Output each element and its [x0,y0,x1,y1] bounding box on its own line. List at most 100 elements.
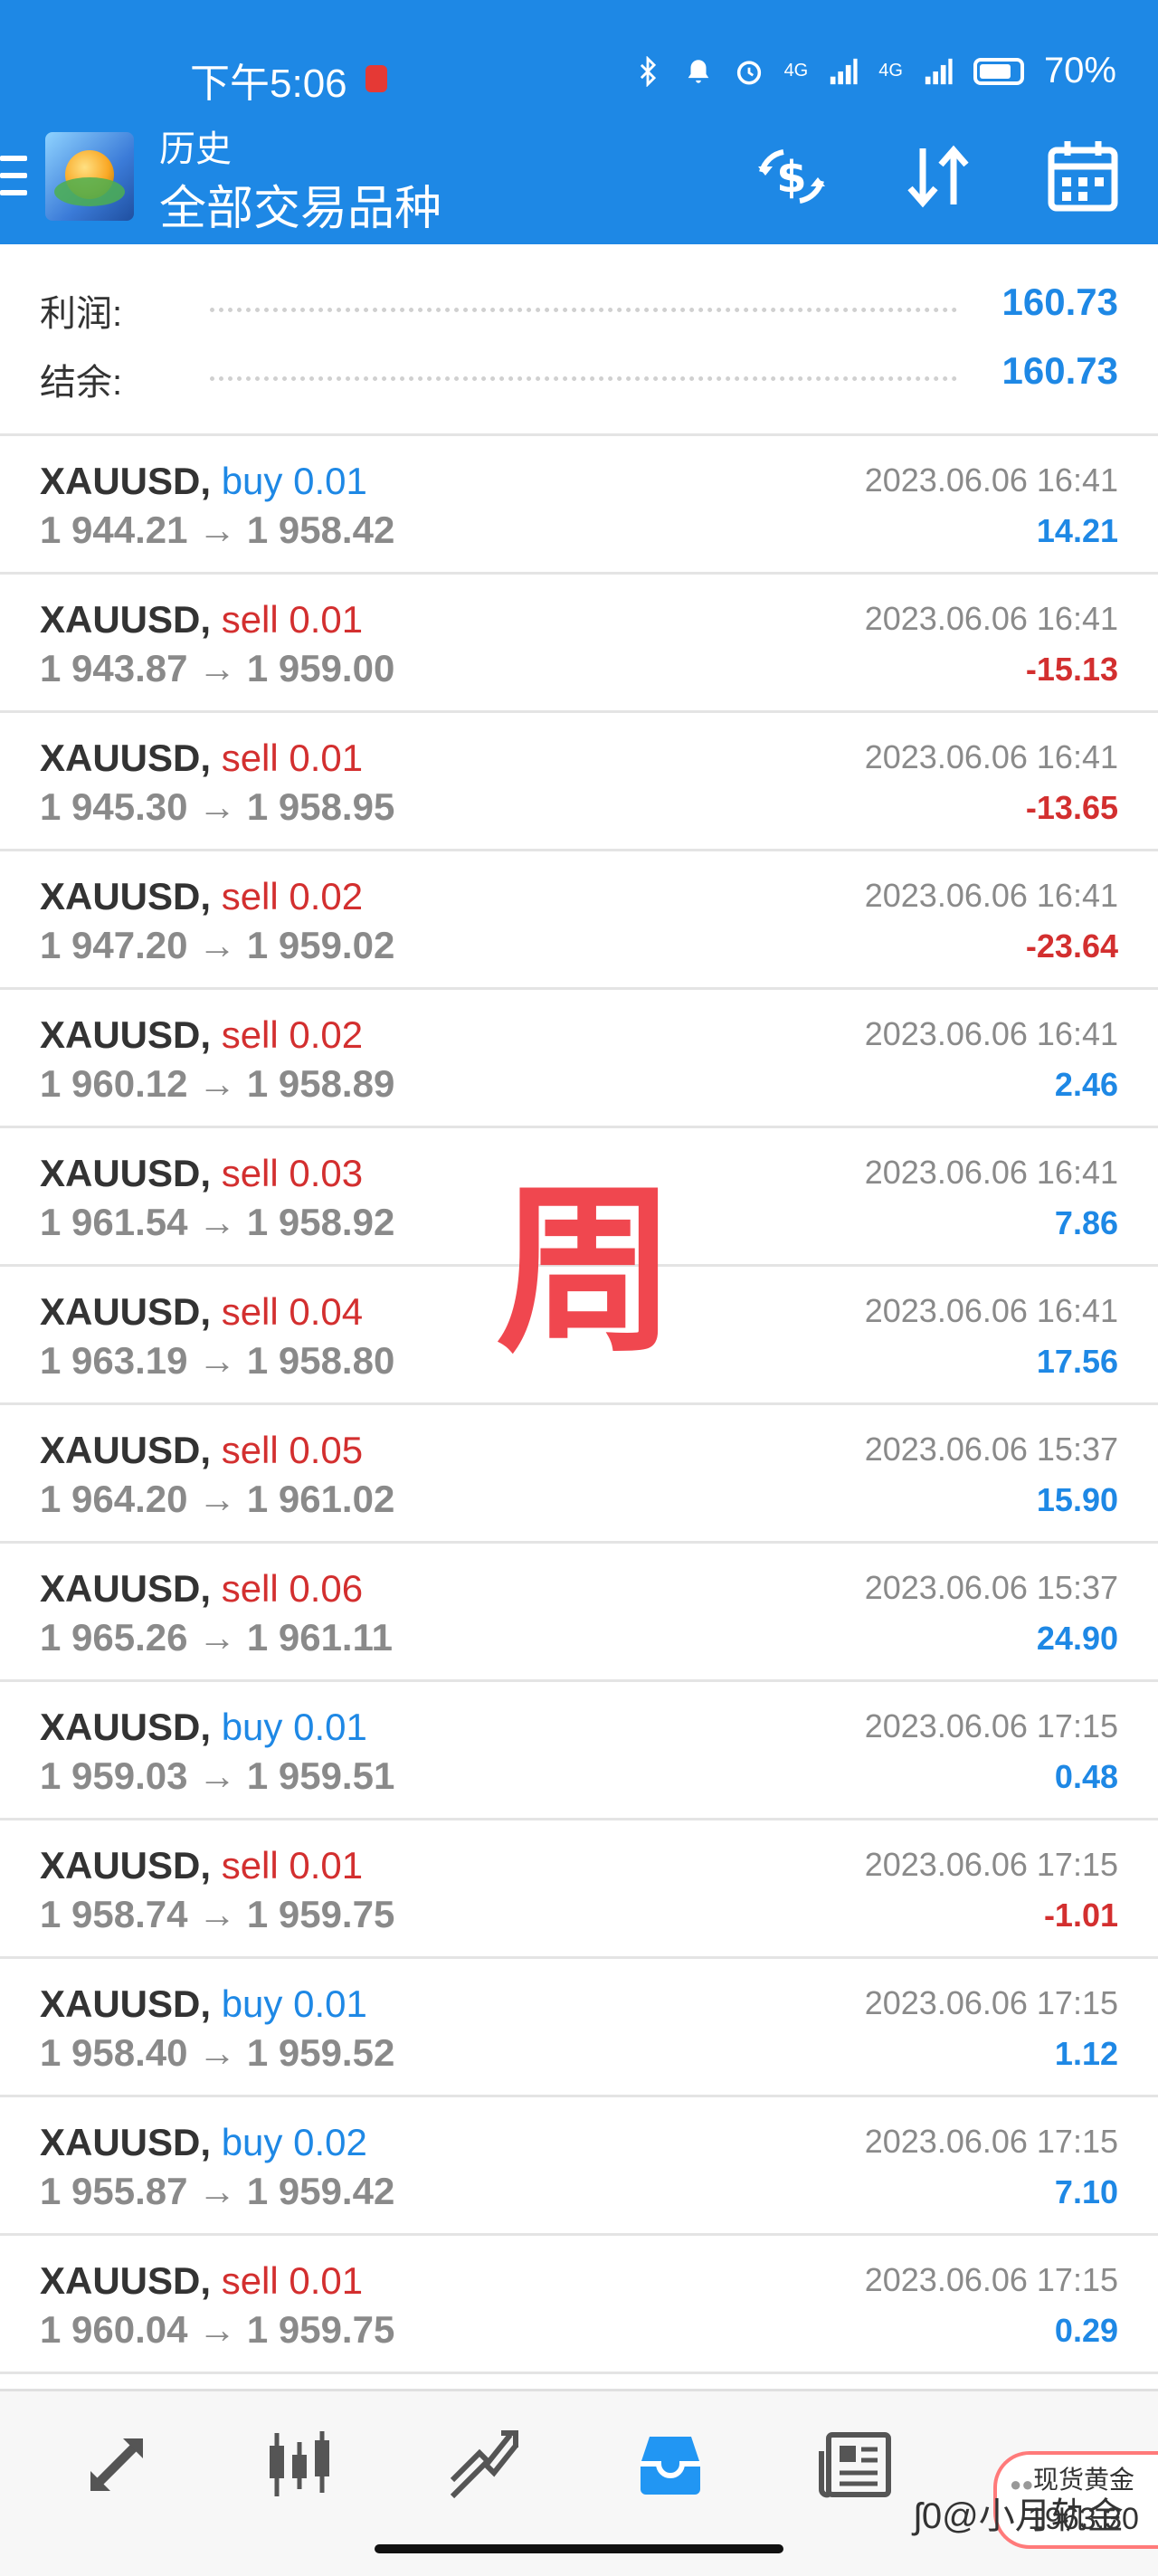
trade-symbol: XAUUSD, [40,1152,212,1194]
trade-title: XAUUSD, sell 0.01 [40,2259,363,2303]
trade-time: 2023.06.06 16:41 [864,1292,1118,1329]
network-4g-label-2: 4G [878,61,903,81]
trade-time: 2023.06.06 16:41 [864,877,1118,914]
trade-profit: 2.46 [1054,1066,1118,1103]
trade-title: XAUUSD, buy 0.02 [40,2121,367,2164]
profit-value: 160.73 [1001,280,1118,323]
trade-title: XAUUSD, buy 0.01 [40,460,367,503]
trade-time: 2023.06.06 16:41 [864,600,1118,637]
trade-profit: 24.90 [1036,1620,1118,1657]
trade-row[interactable]: XAUUSD, buy 0.02 1 955.87 → 1 959.42 2023.… [0,2097,1158,2236]
quotes-icon[interactable] [76,2424,157,2505]
trade-volume: 0.06 [289,1567,364,1610]
trade-volume: 0.02 [289,875,364,917]
trade-type: sell [221,1013,279,1056]
app-logo [45,132,134,221]
trade-prices: 1 963.19 → 1 958.80 [40,1339,395,1382]
trade-type: sell [221,1290,279,1333]
trade-row[interactable]: XAUUSD, sell 0.01 1 943.87 → 1 959.00 2023… [0,575,1158,713]
trade-profit: 1.12 [1054,2035,1118,2072]
trade-type: sell [221,737,279,779]
trade-row[interactable]: XAUUSD, sell 0.01 1 960.04 → 1 959.75 2023… [0,2236,1158,2374]
trade-row[interactable]: XAUUSD, buy 0.01 1 944.21 → 1 958.42 2023.… [0,436,1158,575]
trade-row[interactable]: XAUUSD, sell 0.02 1 947.20 → 1 959.02 2023… [0,851,1158,990]
trade-prices: 1 960.04 → 1 959.75 [40,2308,395,2351]
dotted-leader [210,376,957,381]
trade-profit: -23.64 [1025,927,1118,965]
currency-exchange-icon[interactable]: $ [751,136,832,217]
trade-history-list: XAUUSD, buy 0.01 1 944.21 → 1 958.42 2023.… [0,436,1158,2374]
trade-profit: 17.56 [1036,1343,1118,1380]
trade-volume: 0.01 [293,460,367,502]
trade-volume: 0.01 [289,2259,364,2302]
trade-time: 2023.06.06 15:37 [864,1431,1118,1468]
trade-row[interactable]: XAUUSD, sell 0.01 1 945.30 → 1 958.95 2023… [0,713,1158,851]
profit-row: 利润: 160.73 [0,268,1158,337]
trade-row[interactable]: XAUUSD, sell 0.02 1 960.12 → 1 958.89 2023… [0,990,1158,1128]
news-icon[interactable] [816,2424,897,2505]
signal-icon-1 [831,58,858,84]
trade-type: sell [221,598,279,641]
trade-profit: 15.90 [1036,1481,1118,1518]
trade-symbol: XAUUSD, [40,1982,212,2025]
bell-icon [688,59,708,83]
trade-time: 2023.06.06 16:41 [864,461,1118,499]
trade-symbol: XAUUSD, [40,2259,212,2302]
trade-symbol: XAUUSD, [40,1706,212,1748]
dotted-leader [210,308,957,312]
notification-app-icon [365,65,387,92]
trade-symbol: XAUUSD, [40,460,212,502]
status-indicators: 4G 4G 70% [632,51,1116,91]
trade-row[interactable]: XAUUSD, sell 0.05 1 964.20 → 1 961.02 2023… [0,1405,1158,1544]
trade-title: XAUUSD, sell 0.01 [40,598,363,642]
trade-type: buy [221,460,283,502]
trade-row[interactable]: XAUUSD, buy 0.01 1 958.40 → 1 959.52 2023.… [0,1959,1158,2097]
watermark-text: 周 [496,1166,678,1377]
trade-time: 2023.06.06 15:37 [864,1569,1118,1606]
trade-profit: -13.65 [1025,789,1118,826]
trade-title: XAUUSD, sell 0.03 [40,1152,363,1195]
trade-time: 2023.06.06 17:15 [864,2261,1118,2298]
trade-volume: 0.05 [289,1429,364,1471]
sort-icon[interactable] [897,136,979,217]
home-indicator[interactable] [375,2544,783,2553]
trade-symbol: XAUUSD, [40,1013,212,1056]
trade-prices: 1 965.26 → 1 961.11 [40,1616,393,1659]
trade-symbol: XAUUSD, [40,2121,212,2163]
trade-symbol: XAUUSD, [40,598,212,641]
trade-volume: 0.02 [289,1013,364,1056]
header-title[interactable]: 全部交易品种 [159,170,441,238]
trade-symbol: XAUUSD, [40,1567,212,1610]
profit-label: 利润: [40,294,123,334]
trade-symbol: XAUUSD, [40,875,212,917]
trade-row[interactable]: XAUUSD, buy 0.01 1 959.03 → 1 959.51 2023.… [0,1682,1158,1820]
signal-icon-2 [925,58,953,84]
balance-label: 结余: [40,363,123,403]
battery-icon [973,57,1024,85]
trade-type: sell [221,1152,279,1194]
trade-prices: 1 958.40 → 1 959.52 [40,2031,395,2074]
history-icon[interactable] [630,2424,711,2505]
trade-row[interactable]: XAUUSD, sell 0.06 1 965.26 → 1 961.11 2023… [0,1544,1158,1682]
calendar-icon[interactable] [1042,136,1124,217]
network-4g-label-1: 4G [783,61,809,81]
credit-text: 小月轨金 [978,2496,1124,2536]
trade-prices: 1 955.87 → 1 959.42 [40,2170,395,2212]
summary-panel: 利润: 160.73 结余: 160.73 [0,244,1158,436]
menu-icon[interactable] [0,156,27,195]
trade-time: 2023.06.06 16:41 [864,738,1118,775]
trade-title: XAUUSD, sell 0.01 [40,1844,363,1887]
trade-volume: 0.03 [289,1152,364,1194]
weibo-icon: ʃ0@ [914,2496,979,2536]
trade-icon[interactable] [443,2424,525,2505]
trade-profit: 14.21 [1036,512,1118,549]
trade-row[interactable]: XAUUSD, sell 0.01 1 958.74 → 1 959.75 2023… [0,1820,1158,1959]
trade-prices: 1 943.87 → 1 959.00 [40,647,395,689]
trade-type: sell [221,1429,279,1471]
trade-type: buy [221,1982,283,2025]
chart-icon[interactable] [259,2424,340,2505]
trade-title: XAUUSD, buy 0.01 [40,1982,367,2026]
trade-type: sell [221,875,279,917]
trade-prices: 1 947.20 → 1 959.02 [40,924,395,966]
status-time: 下午5:06 [190,62,347,106]
